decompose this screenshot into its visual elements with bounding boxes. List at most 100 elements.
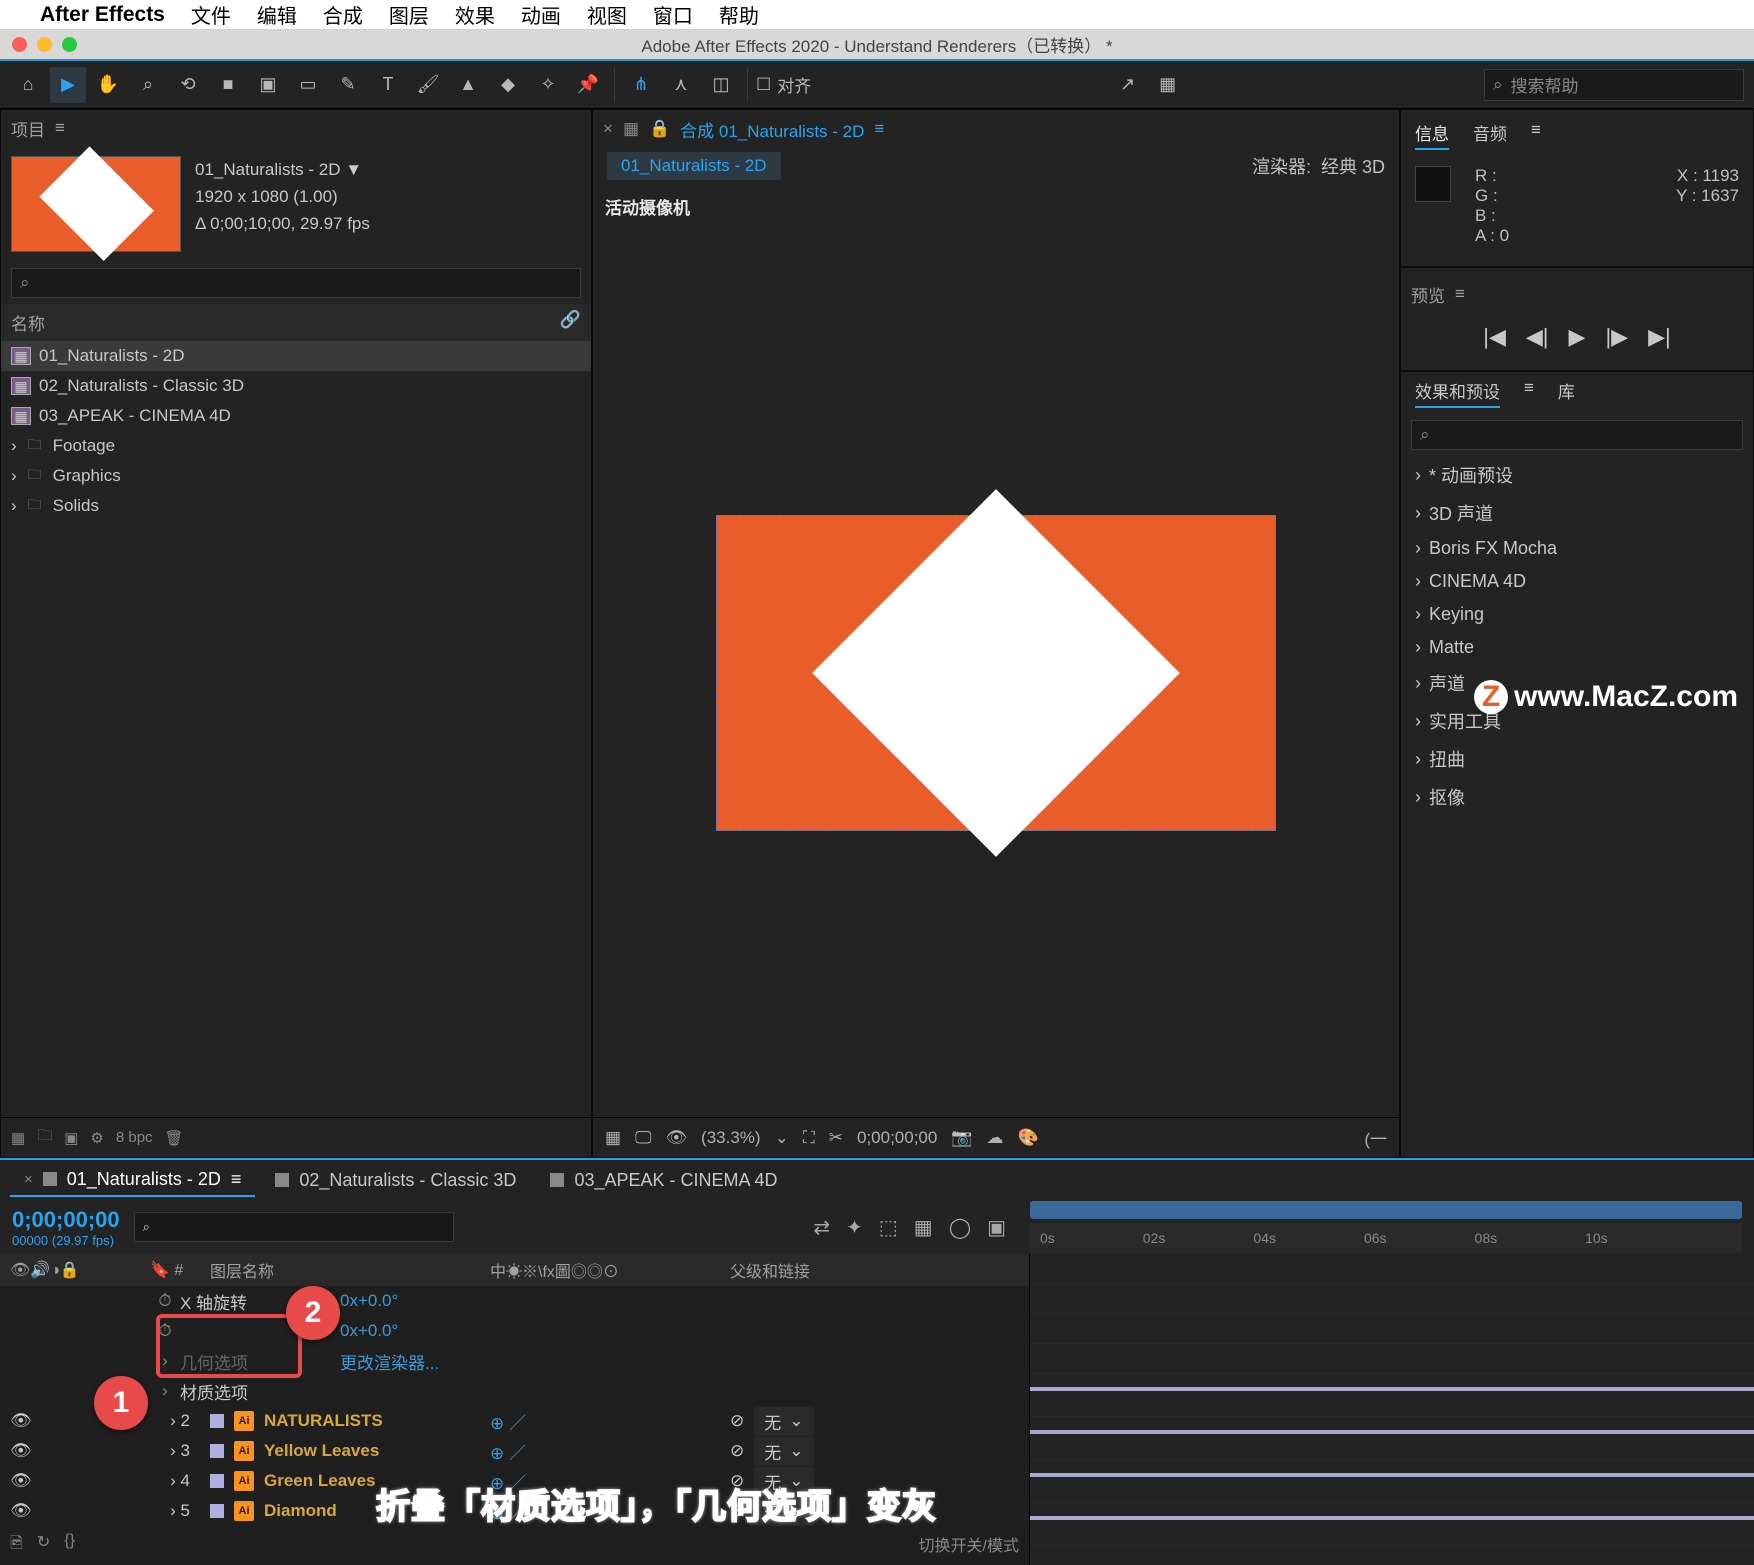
- menu-layer[interactable]: 图层: [389, 0, 429, 29]
- graph-editor-icon[interactable]: ◯: [949, 1215, 971, 1240]
- workspace-icon[interactable]: ▦: [1150, 67, 1186, 103]
- menu-icon[interactable]: ≡: [55, 118, 65, 138]
- renderer-selector[interactable]: 渲染器:经典 3D: [1252, 153, 1385, 179]
- project-item[interactable]: ›🗀Solids: [1, 491, 591, 521]
- fit-icon[interactable]: ⛶: [803, 1128, 815, 1148]
- expand-icon[interactable]: ↗: [1110, 67, 1146, 103]
- parent-dropdown[interactable]: 无⌄: [754, 1437, 813, 1466]
- prop-geometry-options[interactable]: ›几何选项更改渲染器...: [0, 1346, 1029, 1376]
- close-icon[interactable]: ×: [24, 1171, 33, 1188]
- menu-view[interactable]: 视图: [587, 0, 627, 29]
- grid-icon[interactable]: ▦: [623, 119, 639, 139]
- trash-icon[interactable]: 🗑: [165, 1129, 184, 1147]
- layer-row[interactable]: 👁› 3AiYellow Leaves⊕ ／⊘无⌄: [0, 1436, 1029, 1466]
- zoom-level[interactable]: (33.3%): [701, 1128, 761, 1148]
- toggle-hide-icon[interactable]: 🖻: [10, 1532, 23, 1559]
- draft3d-icon[interactable]: ✦: [846, 1215, 863, 1240]
- effect-category[interactable]: ›Keying: [1401, 598, 1753, 631]
- timeline-tracks[interactable]: [1030, 1254, 1754, 1565]
- motion-blur-icon[interactable]: ⬚: [879, 1215, 898, 1240]
- menu-file[interactable]: 文件: [191, 0, 231, 29]
- layer-row[interactable]: 👁› 2AiNATURALISTS⊕ ／⊘无⌄: [0, 1406, 1029, 1436]
- dropdown-icon[interactable]: (一: [1364, 1125, 1387, 1150]
- tab-library[interactable]: 库: [1558, 378, 1575, 408]
- effect-category[interactable]: ›CINEMA 4D: [1401, 565, 1753, 598]
- snapshot-icon[interactable]: 📷: [951, 1128, 972, 1148]
- prop-material-options[interactable]: ›材质选项: [0, 1376, 1029, 1406]
- type-tool-icon[interactable]: T: [370, 67, 406, 103]
- menu-help[interactable]: 帮助: [719, 0, 759, 29]
- adjust-icon[interactable]: ⚙: [90, 1129, 103, 1147]
- menu-animation[interactable]: 动画: [521, 0, 561, 29]
- menu-effect[interactable]: 效果: [455, 0, 495, 29]
- axis-icon[interactable]: ⋔: [623, 67, 659, 103]
- crop-icon[interactable]: ✂: [829, 1128, 843, 1148]
- effect-category[interactable]: ›Boris FX Mocha: [1401, 532, 1753, 565]
- bpc-label[interactable]: 8 bpc: [116, 1129, 153, 1146]
- menu-edit[interactable]: 编辑: [257, 0, 297, 29]
- comp-flowchart-icon[interactable]: ⇄: [813, 1215, 830, 1240]
- prop-rotation[interactable]: ⏱0x+0.0°: [0, 1316, 1029, 1346]
- project-item[interactable]: ›🗀Footage: [1, 431, 591, 461]
- timeline-tab[interactable]: 02_Naturalists - Classic 3D: [261, 1165, 530, 1196]
- timeline-search-input[interactable]: ⌕: [134, 1212, 454, 1242]
- display-icon[interactable]: 🖵: [635, 1128, 651, 1148]
- macos-menubar[interactable]: After Effects 文件 编辑 合成 图层 效果 动画 视图 窗口 帮助: [0, 0, 1754, 30]
- resolution-icon[interactable]: ▦: [605, 1128, 621, 1148]
- pen-tool-icon[interactable]: ✎: [330, 67, 366, 103]
- puppet-tool-icon[interactable]: 📌: [570, 67, 606, 103]
- menu-icon[interactable]: ≡: [1524, 378, 1534, 408]
- brush-tool-icon[interactable]: 🖌: [410, 67, 446, 103]
- play-icon[interactable]: ▶: [1569, 324, 1586, 350]
- eraser-tool-icon[interactable]: ◆: [490, 67, 526, 103]
- project-item[interactable]: ▦02_Naturalists - Classic 3D: [1, 371, 591, 401]
- cloud-icon[interactable]: ☁: [987, 1128, 1004, 1148]
- brace-icon[interactable]: {}: [64, 1532, 75, 1559]
- viewer-time[interactable]: 0;00;00;00: [857, 1128, 937, 1148]
- axis-world-icon[interactable]: ⋏: [663, 67, 699, 103]
- first-frame-icon[interactable]: |◀: [1483, 324, 1506, 350]
- lock-icon[interactable]: 🔒: [649, 119, 670, 139]
- tab-info[interactable]: 信息: [1415, 120, 1449, 150]
- menu-window[interactable]: 窗口: [653, 0, 693, 29]
- next-frame-icon[interactable]: |▶: [1605, 324, 1628, 350]
- timeline-tab[interactable]: ×01_Naturalists - 2D≡: [10, 1164, 255, 1197]
- effect-category[interactable]: ›抠像: [1401, 778, 1753, 816]
- new-comp-icon[interactable]: ▣: [64, 1129, 78, 1147]
- render-icon[interactable]: ↻: [37, 1532, 50, 1559]
- project-item[interactable]: ▦03_APEAK - CINEMA 4D: [1, 401, 591, 431]
- current-time[interactable]: 0;00;00;00: [12, 1207, 120, 1233]
- project-item[interactable]: ▦01_Naturalists - 2D: [1, 341, 591, 371]
- menu-icon[interactable]: ≡: [231, 1169, 242, 1190]
- zoom-icon[interactable]: [62, 37, 77, 52]
- frame-blend-icon[interactable]: ▦: [914, 1215, 933, 1240]
- prop-x-rotation[interactable]: ⏱X 轴旋转0x+0.0°: [0, 1286, 1029, 1316]
- tab-audio[interactable]: 音频: [1473, 120, 1507, 150]
- chevron-down-icon[interactable]: ⌄: [775, 1128, 789, 1148]
- close-icon[interactable]: [12, 37, 27, 52]
- home-icon[interactable]: ⌂: [10, 67, 46, 103]
- timeline-tab[interactable]: 03_APEAK - CINEMA 4D: [536, 1165, 791, 1196]
- interpret-icon[interactable]: ▦: [11, 1129, 25, 1147]
- effect-category[interactable]: ›Matte: [1401, 631, 1753, 664]
- menu-icon[interactable]: ≡: [1531, 120, 1541, 150]
- hand-tool-icon[interactable]: ✋: [90, 67, 126, 103]
- camera-tool-icon[interactable]: ■: [210, 67, 246, 103]
- orbit-tool-icon[interactable]: ⟲: [170, 67, 206, 103]
- minimize-icon[interactable]: [37, 37, 52, 52]
- effects-search-input[interactable]: ⌕: [1411, 420, 1743, 450]
- comp-crumb[interactable]: 01_Naturalists - 2D: [607, 152, 781, 180]
- effect-category[interactable]: ›3D 声道: [1401, 494, 1753, 532]
- toggle-switches-button[interactable]: 切换开关/模式: [919, 1532, 1019, 1559]
- roto-tool-icon[interactable]: ✧: [530, 67, 566, 103]
- clone-tool-icon[interactable]: ▲: [450, 67, 486, 103]
- close-icon[interactable]: ×: [603, 119, 613, 139]
- zoom-tool-icon[interactable]: ⌕: [130, 67, 166, 103]
- menu-icon[interactable]: ≡: [1455, 284, 1465, 304]
- snapshot-icon[interactable]: ▣: [987, 1215, 1006, 1240]
- snap-toggle[interactable]: ☐对齐: [756, 72, 811, 97]
- timeline-ruler-area[interactable]: 0s02s04s06s08s10s: [1030, 1201, 1742, 1253]
- effect-category[interactable]: ›扭曲: [1401, 740, 1753, 778]
- pan-behind-tool-icon[interactable]: ▣: [250, 67, 286, 103]
- prev-frame-icon[interactable]: ◀|: [1526, 324, 1549, 350]
